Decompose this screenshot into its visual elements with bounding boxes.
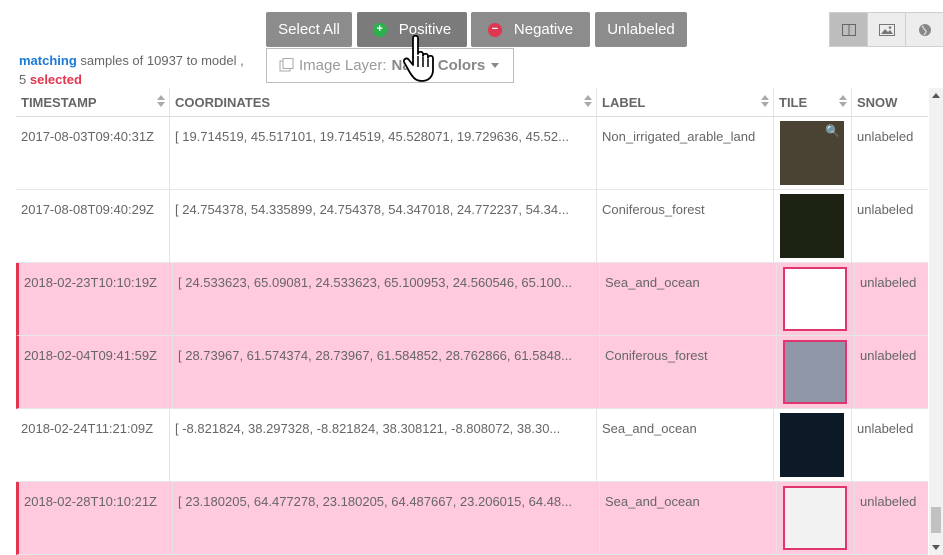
coordinates-cell: [ 23.180205, 64.477278, 23.180205, 64.48…	[173, 482, 600, 554]
coordinates-cell: [ 19.714519, 45.517101, 19.714519, 45.52…	[170, 117, 597, 189]
tile-cell: 🔍	[774, 117, 852, 189]
plus-circle-icon: +	[372, 22, 387, 37]
sort-icon	[839, 95, 847, 107]
scroll-down-icon[interactable]	[932, 545, 940, 550]
snow-cell: unlabeled	[860, 494, 917, 509]
minus-circle-icon: −	[487, 22, 502, 37]
coordinates-cell: [ 28.73967, 61.574374, 28.73967, 61.5848…	[173, 336, 600, 408]
col-tile-label: TILE	[779, 94, 808, 110]
col-tile[interactable]: TILE	[774, 88, 852, 116]
snow-cell: unlabeled	[860, 348, 917, 363]
snow-cell: unlabeled	[857, 202, 914, 217]
table-header: TIMESTAMP COORDINATES LABEL TILE SNOW	[16, 88, 928, 117]
selected-count: 5	[19, 72, 27, 87]
status-text: samples of 10937 to model ,	[76, 53, 244, 68]
unlabeled-label: Unlabeled	[607, 21, 675, 38]
select-all-button[interactable]: Select All	[266, 12, 352, 47]
tile-image[interactable]	[780, 413, 844, 477]
label-cell: Coniferous_forest	[600, 336, 777, 408]
tile-cell	[774, 409, 852, 481]
timestamp-cell: 2017-08-03T09:40:31Z	[16, 117, 170, 189]
image-layer-key: Image Layer:	[299, 57, 387, 74]
image-layer-value-2: Colors	[437, 57, 486, 74]
col-snow[interactable]: SNOW	[852, 88, 928, 116]
tile-image[interactable]: 🔍	[780, 121, 844, 185]
tile-image[interactable]	[783, 340, 847, 404]
tile-cell	[777, 482, 855, 554]
label-cell: Coniferous_forest	[597, 190, 774, 262]
coordinates-cell: [ 24.533623, 65.09081, 24.533623, 65.100…	[173, 263, 600, 335]
coordinates-cell: [ -8.821824, 38.297328, -8.821824, 38.30…	[170, 409, 597, 481]
label-cell: Sea_and_ocean	[600, 482, 777, 554]
table-row[interactable]: 2018-02-23T10:10:19Z[ 24.533623, 65.0908…	[16, 263, 928, 336]
col-label-label: LABEL	[602, 94, 646, 110]
timestamp-cell: 2017-08-08T09:40:29Z	[16, 190, 170, 262]
table-row[interactable]: 2018-02-04T09:41:59Z[ 28.73967, 61.57437…	[16, 336, 928, 409]
timestamp-cell: 2018-02-28T10:10:21Z	[19, 482, 173, 554]
snow-cell: unlabeled	[860, 275, 917, 290]
selection-status: matching samples of 10937 to model , 5 s…	[19, 51, 244, 89]
selected-label: selected	[29, 72, 82, 87]
table-row[interactable]: 2018-02-28T10:10:21Z[ 23.180205, 64.4772…	[16, 482, 928, 555]
tile-image[interactable]	[780, 194, 844, 258]
tile-image[interactable]	[783, 267, 847, 331]
positive-button[interactable]: + Positive	[357, 12, 467, 47]
matching-link[interactable]: matching	[19, 53, 77, 68]
samples-table: TIMESTAMP COORDINATES LABEL TILE SNOW 20…	[16, 88, 928, 555]
timestamp-cell: 2018-02-04T09:41:59Z	[19, 336, 173, 408]
table-row[interactable]: 2017-08-03T09:40:31Z[ 19.714519, 45.5171…	[16, 117, 928, 190]
layers-icon	[279, 58, 294, 72]
tile-image[interactable]	[783, 486, 847, 550]
col-snow-label: SNOW	[857, 94, 898, 110]
col-coordinates[interactable]: COORDINATES	[170, 88, 597, 116]
snow-cell: unlabeled	[857, 129, 914, 144]
table-row[interactable]: 2017-08-08T09:40:29Z[ 24.754378, 54.3358…	[16, 190, 928, 263]
table-row[interactable]: 2018-02-24T11:21:09Z[ -8.821824, 38.2973…	[16, 409, 928, 482]
view-toggle-group	[829, 12, 943, 47]
sort-icon	[157, 95, 165, 107]
select-all-label: Select All	[278, 21, 340, 38]
sort-icon	[761, 95, 769, 107]
tile-cell	[777, 336, 855, 408]
col-timestamp-label: TIMESTAMP	[21, 94, 97, 110]
col-timestamp[interactable]: TIMESTAMP	[16, 88, 170, 116]
timestamp-cell: 2018-02-24T11:21:09Z	[16, 409, 170, 481]
scrollbar-thumb[interactable]	[931, 507, 941, 533]
image-layer-value: Na	[391, 57, 411, 74]
label-cell: Sea_and_ocean	[597, 409, 774, 481]
scroll-up-icon[interactable]	[932, 93, 940, 98]
columns-icon[interactable]	[829, 12, 868, 47]
snow-cell: unlabeled	[857, 421, 914, 436]
col-label[interactable]: LABEL	[597, 88, 774, 116]
label-cell: Non_irrigated_arable_land	[597, 117, 774, 189]
image-layer-dropdown[interactable]: Image Layer: Na Colors	[266, 48, 514, 83]
label-cell: Sea_and_ocean	[600, 263, 777, 335]
globe-icon[interactable]	[905, 12, 943, 47]
sort-icon	[584, 95, 592, 107]
zoom-icon[interactable]: 🔍	[825, 124, 840, 138]
vertical-scrollbar[interactable]	[929, 88, 943, 555]
positive-label: Positive	[398, 21, 452, 38]
timestamp-cell: 2018-02-23T10:10:19Z	[19, 263, 173, 335]
col-coordinates-label: COORDINATES	[175, 94, 271, 110]
coordinates-cell: [ 24.754378, 54.335899, 24.754378, 54.34…	[170, 190, 597, 262]
image-icon[interactable]	[867, 12, 906, 47]
negative-label: Negative	[513, 21, 574, 38]
negative-button[interactable]: − Negative	[471, 12, 590, 47]
tile-cell	[774, 190, 852, 262]
unlabeled-button[interactable]: Unlabeled	[595, 12, 687, 47]
tile-cell	[777, 263, 855, 335]
chevron-down-icon	[491, 63, 500, 68]
